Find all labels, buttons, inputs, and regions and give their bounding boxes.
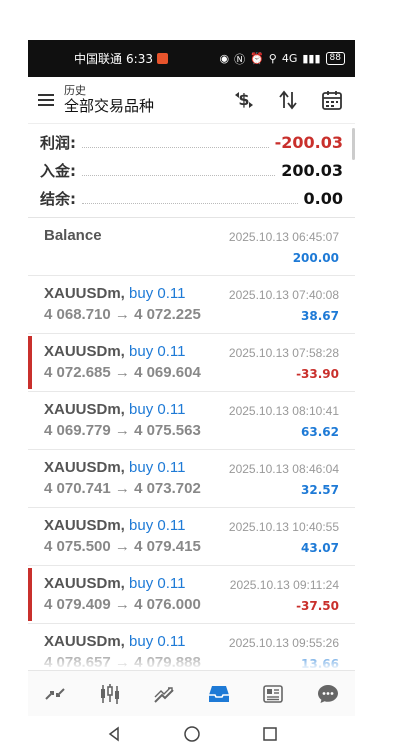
trade-side: buy 0.11 xyxy=(129,633,186,650)
eye-icon: ◉ xyxy=(219,52,230,65)
trade-row[interactable]: XAUUSDm, buy 0.11 4 068.710 → 4 072.225 20… xyxy=(28,276,355,334)
quotes-icon[interactable] xyxy=(40,679,70,709)
trade-prices: 4 075.500 → 4 079.415 xyxy=(44,538,201,555)
trade-title: XAUUSDm, buy 0.11 xyxy=(44,401,185,418)
summary-row-profit: 利润: -200.03 xyxy=(40,128,343,156)
toolbar: 历史 全部交易品种 $ xyxy=(28,77,355,124)
trade-symbol: XAUUSDm, xyxy=(44,401,125,418)
currency-icon[interactable]: $ xyxy=(233,89,255,111)
trade-symbol: XAUUSDm, xyxy=(44,343,125,360)
nfc-icon: Ⓝ xyxy=(234,52,246,66)
trade-row[interactable]: XAUUSDm, buy 0.11 4 070.741 → 4 073.702 20… xyxy=(28,450,355,508)
page-title: 全部交易品种 xyxy=(64,96,155,115)
notification-icon xyxy=(156,53,168,64)
history-icon[interactable] xyxy=(204,679,234,709)
trade-side: buy 0.11 xyxy=(129,517,186,534)
trade-time: 2025.10.13 09:55:26 xyxy=(228,636,339,650)
network-label: 4G xyxy=(281,52,298,65)
trade-side: buy 0.11 xyxy=(129,343,186,360)
balance-entry-amount: 200.00 xyxy=(292,251,339,265)
trade-profit: 32.57 xyxy=(301,483,339,497)
trade-symbol: XAUUSDm, xyxy=(44,517,125,534)
summary-row-balance: 结余: 0.00 xyxy=(40,184,343,212)
trade-profit: 43.07 xyxy=(301,541,339,555)
trade-title: XAUUSDm, buy 0.11 xyxy=(44,575,185,592)
trade-profit: 63.62 xyxy=(301,425,339,439)
trade-prices: 4 068.710 → 4 072.225 xyxy=(44,306,201,323)
trade-side: buy 0.11 xyxy=(129,575,186,592)
balance-entry-label: Balance xyxy=(44,227,102,244)
trade-time: 2025.10.13 09:11:24 xyxy=(229,578,339,592)
trade-profit: 13.66 xyxy=(301,657,339,671)
calendar-icon[interactable] xyxy=(321,89,343,111)
menu-icon[interactable] xyxy=(38,94,54,106)
trade-prices: 4 079.409 → 4 076.000 xyxy=(44,596,201,613)
trade-side: buy 0.11 xyxy=(129,459,186,476)
trade-symbol: XAUUSDm, xyxy=(44,285,125,302)
loss-marker xyxy=(28,568,32,621)
trade-profit: -37.50 xyxy=(296,599,339,613)
summary-row-deposit: 入金: 200.03 xyxy=(40,156,343,184)
system-nav xyxy=(28,716,355,751)
trade-time: 2025.10.13 07:58:28 xyxy=(228,346,339,360)
trade-title: XAUUSDm, buy 0.11 xyxy=(44,517,185,534)
balance-value: 0.00 xyxy=(303,188,343,208)
toolbar-subtitle: 历史 xyxy=(64,84,86,98)
trade-row[interactable]: XAUUSDm, buy 0.11 4 072.685 → 4 069.604 20… xyxy=(28,334,355,392)
trade-profit: 38.67 xyxy=(301,309,339,323)
chart-icon[interactable] xyxy=(95,679,125,709)
deposit-value: 200.03 xyxy=(281,160,343,180)
home-icon[interactable] xyxy=(182,724,202,744)
balance-entry-time: 2025.10.13 06:45:07 xyxy=(228,230,339,244)
phone-screen: 中国联通 6:33 ◉ Ⓝ ⏰ ⚲ 4G ▮▮▮ 88 历史 全部交易品种 $ xyxy=(28,40,355,751)
recents-icon[interactable] xyxy=(260,724,280,744)
trade-prices: 4 069.779 → 4 075.563 xyxy=(44,422,201,439)
profit-value: -200.03 xyxy=(274,132,343,152)
trade-title: XAUUSDm, buy 0.11 xyxy=(44,343,185,360)
trade-profit: -33.90 xyxy=(296,367,339,381)
chat-icon[interactable] xyxy=(313,679,343,709)
sort-icon[interactable] xyxy=(277,89,299,111)
trade-prices: 4 070.741 → 4 073.702 xyxy=(44,480,201,497)
balance-entry[interactable]: Balance 2025.10.13 06:45:07 200.00 xyxy=(28,218,355,276)
trade-title: XAUUSDm, buy 0.11 xyxy=(44,285,185,302)
trade-row[interactable]: XAUUSDm, buy 0.11 4 079.409 → 4 076.000 20… xyxy=(28,566,355,624)
trade-side: buy 0.11 xyxy=(129,401,186,418)
summary-panel: 利润: -200.03 入金: 200.03 结余: 0.00 xyxy=(28,124,355,212)
trade-time: 2025.10.13 07:40:08 xyxy=(228,288,339,302)
trade-time: 2025.10.13 08:46:04 xyxy=(228,462,339,476)
status-bar: 中国联通 6:33 ◉ Ⓝ ⏰ ⚲ 4G ▮▮▮ 88 xyxy=(28,40,355,77)
balance-label: 结余: xyxy=(40,189,76,208)
history-list: Balance 2025.10.13 06:45:07 200.00 XAUUS… xyxy=(28,217,355,682)
news-icon[interactable] xyxy=(258,679,288,709)
loss-marker xyxy=(28,336,32,389)
clock: 6:33 xyxy=(126,51,153,66)
battery-indicator: 88 xyxy=(325,52,345,65)
back-icon[interactable] xyxy=(104,724,124,744)
svg-text:$: $ xyxy=(238,90,249,109)
trade-symbol: XAUUSDm, xyxy=(44,633,125,650)
toolbar-title: 历史 全部交易品种 xyxy=(64,84,155,115)
trade-symbol: XAUUSDm, xyxy=(44,459,125,476)
trade-icon[interactable] xyxy=(149,679,179,709)
trade-symbol: XAUUSDm, xyxy=(44,575,125,592)
trade-prices: 4 078.657 → 4 079.888 xyxy=(44,654,201,671)
location-icon: ⚲ xyxy=(268,52,277,65)
alarm-icon: ⏰ xyxy=(250,52,264,65)
scrollbar[interactable] xyxy=(352,128,355,160)
profit-label: 利润: xyxy=(40,133,76,152)
bottom-nav xyxy=(28,670,355,716)
trade-title: XAUUSDm, buy 0.11 xyxy=(44,459,185,476)
signal-icon: ▮▮▮ xyxy=(302,52,321,65)
carrier-label: 中国联通 xyxy=(74,52,123,66)
trade-time: 2025.10.13 08:10:41 xyxy=(228,404,339,418)
trade-side: buy 0.11 xyxy=(129,285,186,302)
system-icons: ◉ Ⓝ ⏰ ⚲ 4G ▮▮▮ 88 xyxy=(219,51,345,67)
deposit-label: 入金: xyxy=(40,161,76,180)
trade-prices: 4 072.685 → 4 069.604 xyxy=(44,364,201,381)
trade-row[interactable]: XAUUSDm, buy 0.11 4 069.779 → 4 075.563 20… xyxy=(28,392,355,450)
trade-title: XAUUSDm, buy 0.11 xyxy=(44,633,185,650)
trade-time: 2025.10.13 10:40:55 xyxy=(228,520,339,534)
trade-row[interactable]: XAUUSDm, buy 0.11 4 075.500 → 4 079.415 20… xyxy=(28,508,355,566)
